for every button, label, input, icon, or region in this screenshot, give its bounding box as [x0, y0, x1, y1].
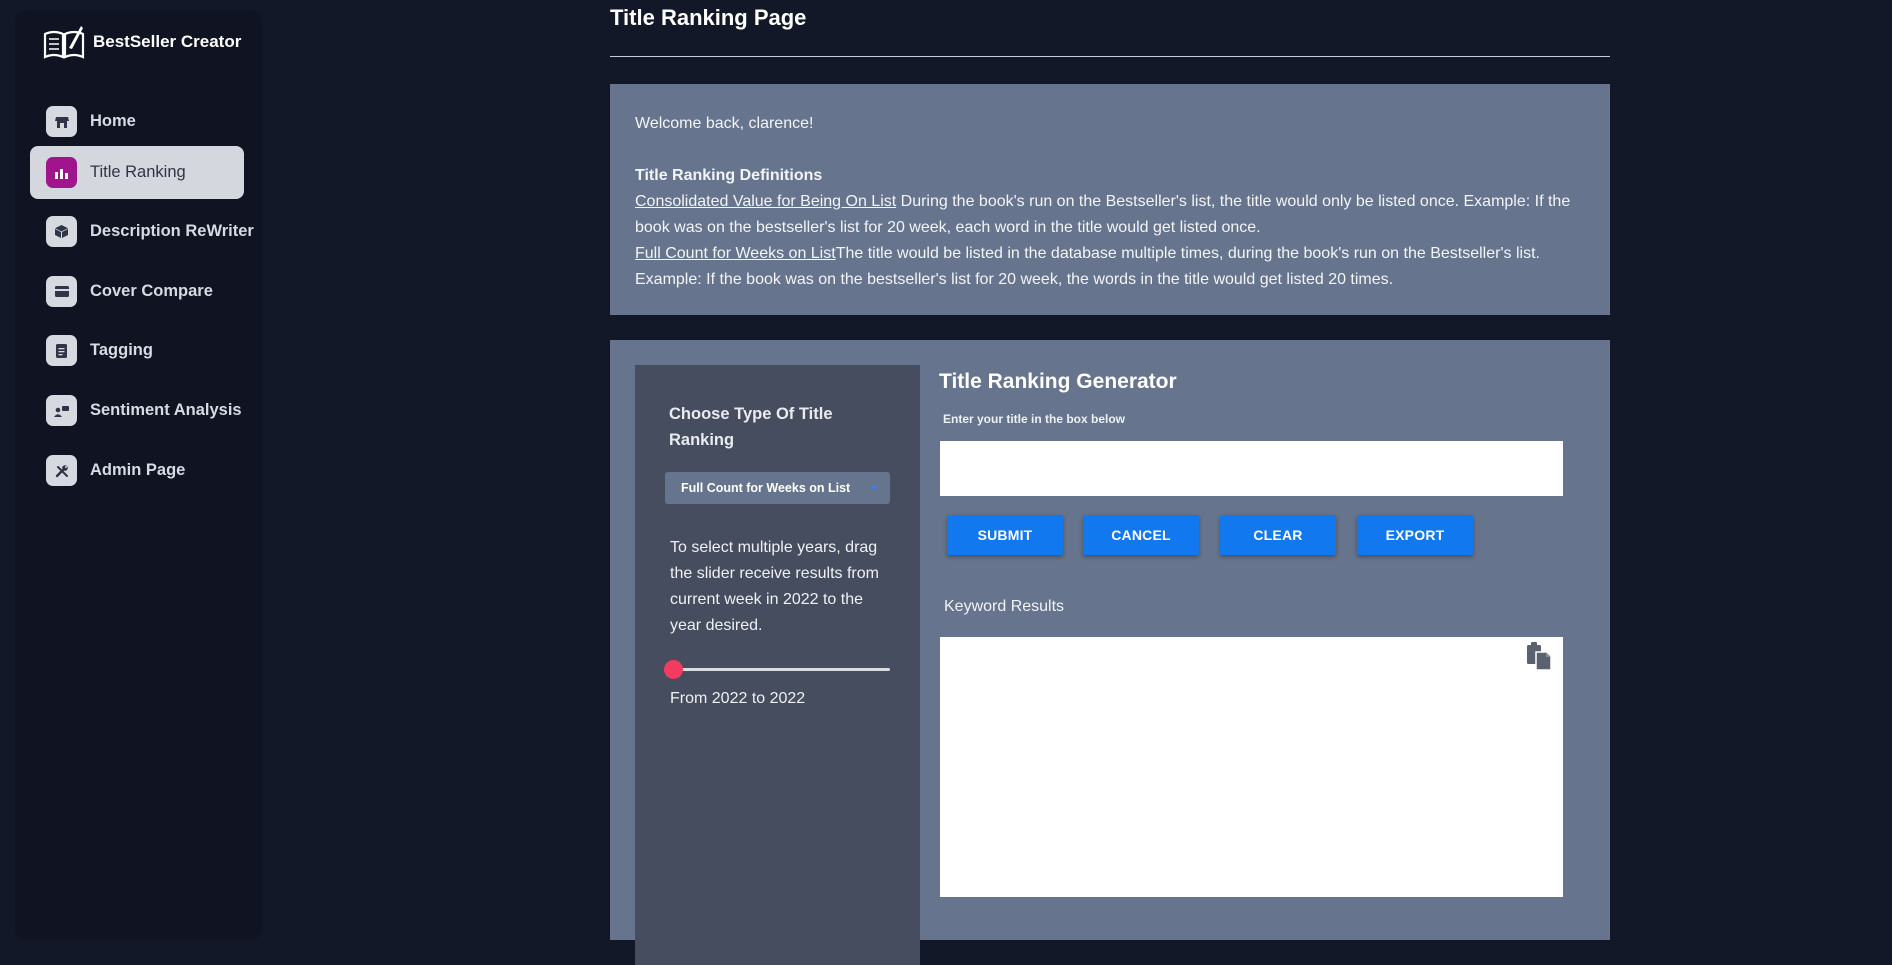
- sidebar-item-sentiment-analysis[interactable]: Sentiment Analysis: [30, 384, 244, 437]
- page-title: Title Ranking Page: [610, 5, 807, 30]
- divider: [610, 56, 1610, 57]
- year-slider-track[interactable]: [673, 668, 890, 671]
- definition-term: Consolidated Value for Being On List: [635, 193, 897, 210]
- user-chat-icon: [46, 395, 77, 426]
- credit-card-icon: [46, 276, 77, 307]
- ranking-type-heading: Choose Type Of Title Ranking: [669, 405, 833, 449]
- store-icon: [46, 106, 77, 137]
- document-icon: [46, 335, 77, 366]
- slider-help-text: To select multiple years, drag the slide…: [670, 539, 879, 634]
- ranking-type-selected: Full Count for Weeks on List: [681, 481, 851, 495]
- title-input[interactable]: [940, 441, 1563, 496]
- ranking-type-select[interactable]: Full Count for Weeks on List: [665, 472, 890, 504]
- cancel-button[interactable]: CANCEL: [1083, 515, 1199, 555]
- clear-button[interactable]: CLEAR: [1220, 515, 1336, 555]
- sidebar-item-label: Title Ranking: [90, 163, 186, 181]
- options-column: Choose Type Of Title Ranking Full Count …: [635, 365, 920, 965]
- generator-title: Title Ranking Generator: [939, 370, 1177, 393]
- sidebar-item-admin-page[interactable]: Admin Page: [30, 444, 244, 497]
- definitions-panel: Welcome back, clarence! Title Ranking De…: [610, 84, 1610, 315]
- definition-consolidated: Consolidated Value for Being On List Dur…: [635, 189, 1586, 241]
- sidebar-item-description-rewriter[interactable]: Description ReWriter: [30, 205, 254, 258]
- sidebar: BestSeller Creator Home Title Ranking De…: [15, 10, 262, 940]
- cube-icon: [46, 216, 77, 247]
- welcome-message: Welcome back, clarence!: [635, 115, 814, 132]
- sidebar-item-tagging[interactable]: Tagging: [30, 324, 244, 377]
- brand[interactable]: BestSeller Creator: [43, 22, 241, 62]
- sidebar-item-cover-compare[interactable]: Cover Compare: [30, 265, 244, 318]
- generator-panel: Choose Type Of Title Ranking Full Count …: [610, 340, 1610, 965]
- definitions-heading: Title Ranking Definitions: [635, 167, 823, 184]
- export-button[interactable]: EXPORT: [1357, 515, 1473, 555]
- tools-icon: [46, 455, 77, 486]
- sidebar-item-home[interactable]: Home: [30, 95, 244, 148]
- sidebar-item-label: Tagging: [90, 341, 153, 359]
- results-label: Keyword Results: [944, 598, 1065, 615]
- sidebar-item-label: Description ReWriter: [90, 222, 254, 240]
- year-slider-thumb[interactable]: [664, 660, 683, 679]
- definition-full-count: Full Count for Weeks on ListThe title wo…: [635, 241, 1586, 293]
- definition-term: Full Count for Weeks on List: [635, 245, 836, 262]
- generator-subtitle: Enter your title in the box below: [943, 412, 1126, 426]
- clipboard-copy-icon[interactable]: [1525, 641, 1553, 671]
- keyword-results-area[interactable]: [940, 637, 1563, 897]
- submit-button[interactable]: SUBMIT: [947, 515, 1063, 555]
- sidebar-item-label: Admin Page: [90, 461, 186, 479]
- year-range-readout: From 2022 to 2022: [670, 690, 806, 707]
- open-book-quill-icon: [43, 26, 85, 59]
- chevron-down-icon: [870, 486, 878, 490]
- app-name: BestSeller Creator: [93, 32, 242, 51]
- bar-chart-icon: [46, 157, 77, 188]
- sidebar-item-label: Sentiment Analysis: [90, 401, 242, 419]
- sidebar-item-label: Cover Compare: [90, 282, 213, 300]
- sidebar-item-title-ranking[interactable]: Title Ranking: [30, 146, 244, 199]
- sidebar-item-label: Home: [90, 112, 136, 130]
